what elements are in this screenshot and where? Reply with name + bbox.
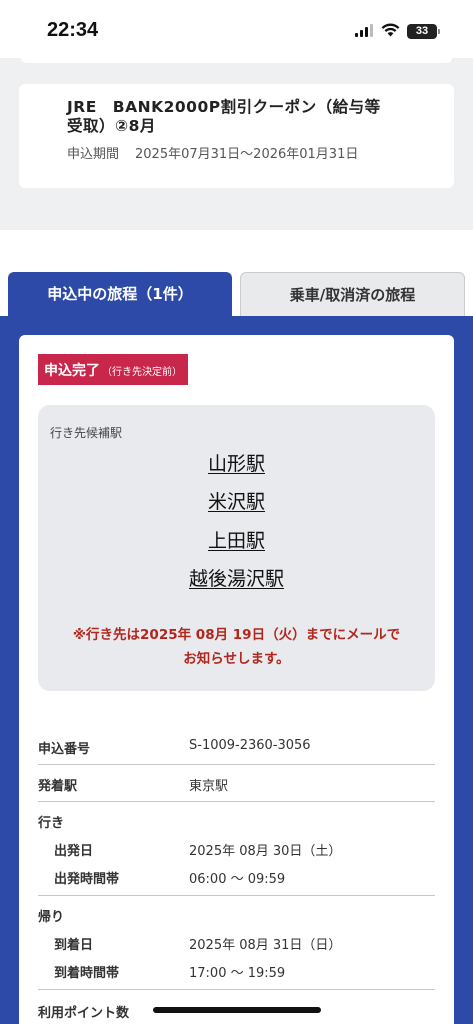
coupon-period: 申込期間 2025年07月31日〜2026年01月31日 (67, 143, 434, 162)
status-badge: 申込完了 （行き先決定前） (38, 354, 188, 385)
coupon-title-line2: 受取）②8月 (67, 117, 156, 135)
status-time: 22:34 (47, 19, 99, 41)
outbound-time-label: 出発時間帯 (54, 872, 120, 887)
outbound-date-value: 2025年 08月 30日（土） (189, 844, 342, 859)
departure-station-label: 発着駅 (38, 779, 78, 794)
outbound-time-value: 06:00 〜 09:59 (189, 872, 286, 887)
status-icons: 33 (355, 22, 440, 41)
destination-notice: ※行き先は2025年 08月 19日（火）までにメールで お知らせします。 (38, 623, 435, 671)
return-date-label: 到着日 (54, 938, 94, 953)
return-date-value: 2025年 08月 31日（日） (189, 938, 342, 953)
application-number-label: 申込番号 (38, 742, 91, 757)
signal-icon (355, 22, 374, 41)
status-badge-main: 申込完了 (44, 363, 100, 379)
outbound-date-label: 出発日 (54, 844, 94, 859)
station-link-ueda[interactable]: 上田駅 (38, 526, 435, 553)
outbound-label: 行き (38, 816, 65, 831)
candidates-label: 行き先候補駅 (50, 426, 123, 440)
notice-line1: ※行き先は2025年 08月 19日（火）までにメールで (72, 627, 401, 643)
station-link-yonezawa[interactable]: 米沢駅 (38, 487, 435, 514)
coupon-period-label: 申込期間 (67, 147, 120, 162)
departure-station-value: 東京駅 (189, 779, 229, 794)
destination-candidates: 行き先候補駅 山形駅 米沢駅 上田駅 越後湯沢駅 ※行き先は2025年 08月 … (38, 405, 435, 691)
status-bar: 22:34 33 (0, 0, 473, 58)
row-return: 帰り 到着日 2025年 08月 31日（日） 到着時間帯 17:00 〜 19… (38, 896, 435, 990)
tab-completed-itineraries[interactable]: 乗車/取消済の旅程 (240, 272, 465, 316)
application-number-value: S-1009-2360-3056 (189, 738, 311, 753)
return-time-value: 17:00 〜 19:59 (189, 966, 286, 981)
coupon-title-line1: JRE BANK2000P割引クーポン（給与等 (67, 98, 381, 116)
coupon-title: JRE BANK2000P割引クーポン（給与等 受取）②8月 (67, 98, 434, 136)
coupon-period-value: 2025年07月31日〜2026年01月31日 (135, 147, 359, 162)
station-link-echigo-yuzawa[interactable]: 越後湯沢駅 (38, 564, 435, 591)
home-indicator[interactable] (153, 1007, 321, 1013)
coupon-section: JRE BANK2000P割引クーポン（給与等 受取）②8月 申込期間 2025年… (0, 58, 473, 230)
wifi-icon (381, 22, 400, 41)
station-link-yamagata[interactable]: 山形駅 (38, 449, 435, 476)
row-outbound: 行き 出発日 2025年 08月 30日（土） 出発時間帯 06:00 〜 09… (38, 802, 435, 896)
battery-icon: 33 (407, 24, 440, 39)
return-label: 帰り (38, 910, 65, 925)
tab-active-itineraries[interactable]: 申込中の旅程（1件） (8, 272, 232, 317)
row-application-number: 申込番号 S-1009-2360-3056 (38, 728, 435, 765)
notice-line2: お知らせします。 (183, 651, 290, 667)
row-departure-station: 発着駅 東京駅 (38, 765, 435, 802)
status-badge-sub: （行き先決定前） (102, 367, 182, 378)
coupon-card: JRE BANK2000P割引クーポン（給与等 受取）②8月 申込期間 2025年… (19, 84, 454, 188)
itinerary-card: 申込完了 （行き先決定前） 行き先候補駅 山形駅 米沢駅 上田駅 越後湯沢駅 ※行… (19, 335, 454, 1024)
previous-card-edge (21, 58, 452, 63)
points-label: 利用ポイント数 (38, 1006, 130, 1021)
return-time-label: 到着時間帯 (54, 966, 120, 981)
